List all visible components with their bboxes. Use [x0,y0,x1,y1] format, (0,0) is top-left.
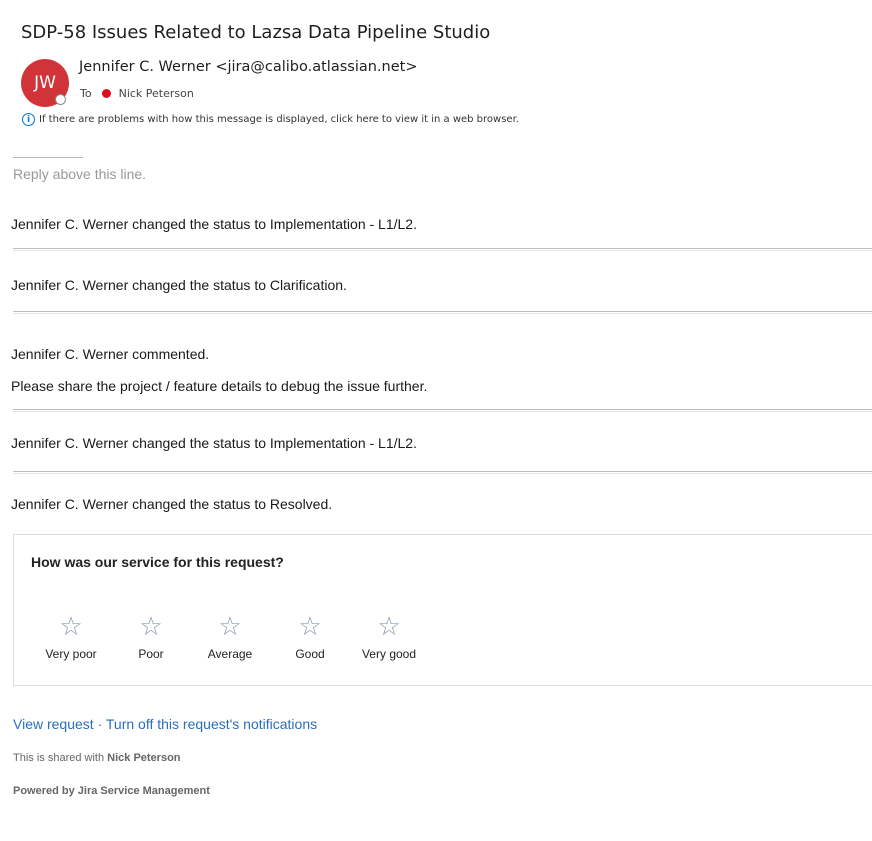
shared-name: Nick Peterson [107,752,181,764]
powered-by: Powered by Jira Service Management [13,785,210,797]
rating-very-poor[interactable]: ☆ Very poor [31,611,111,661]
rating-label: Very good [361,647,417,661]
comment-body: Please share the project / feature detai… [11,378,428,394]
activity-status-change: Jennifer C. Werner changed the status to… [11,435,417,451]
avatar-initials: JW [34,73,56,93]
activity-status-change: Jennifer C. Werner changed the status to… [11,216,417,232]
activity-divider [13,311,872,314]
star-outline-icon: ☆ [59,611,83,641]
activity-divider [13,471,872,474]
recipient-status-dot-icon [101,89,111,98]
rating-very-good[interactable]: ☆ Very good [349,611,429,661]
satisfaction-survey: How was our service for this request? ☆ … [13,534,872,686]
reply-hint: Reply above this line. [13,166,147,182]
activity-divider [13,409,872,412]
rating-average[interactable]: ☆ Average [190,611,270,661]
star-outline-icon: ☆ [377,611,401,641]
rating-good[interactable]: ☆ Good [270,611,350,661]
email-subject: SDP-58 Issues Related to Lazsa Data Pipe… [21,22,491,43]
rating-label: Very poor [45,647,97,661]
recipients-row: To Nick Peterson [80,87,194,100]
view-request-link[interactable]: View request [13,716,94,732]
shared-with: This is shared with Nick Peterson [13,752,181,764]
info-icon: i [22,113,35,126]
footer-links: View request · Turn off this request's n… [13,716,317,732]
activity-divider [13,248,872,251]
shared-prefix: This is shared with [13,752,105,764]
to-label: To [80,87,92,100]
rating-label: Good [295,647,325,661]
rating-label: Average [207,647,253,661]
survey-question: How was our service for this request? [31,554,284,570]
star-outline-icon: ☆ [298,611,322,641]
activity-comment: Jennifer C. Werner commented. [11,346,210,362]
info-bar-text[interactable]: If there are problems with how this mess… [39,114,519,125]
rating-label: Poor [138,647,164,661]
presence-status-icon [55,94,66,105]
rating-poor[interactable]: ☆ Poor [111,611,191,661]
recipient-name[interactable]: Nick Peterson [119,87,194,100]
turn-off-notifications-link[interactable]: Turn off this request's notifications [106,716,317,732]
reply-divider [13,157,83,158]
star-outline-icon: ☆ [139,611,163,641]
info-bar[interactable]: i If there are problems with how this me… [22,113,519,126]
star-outline-icon: ☆ [218,611,242,641]
link-separator: · [97,716,103,732]
activity-status-change: Jennifer C. Werner changed the status to… [11,496,333,512]
activity-status-change: Jennifer C. Werner changed the status to… [11,277,347,293]
sender-name[interactable]: Jennifer C. Werner <jira@calibo.atlassia… [79,59,418,75]
